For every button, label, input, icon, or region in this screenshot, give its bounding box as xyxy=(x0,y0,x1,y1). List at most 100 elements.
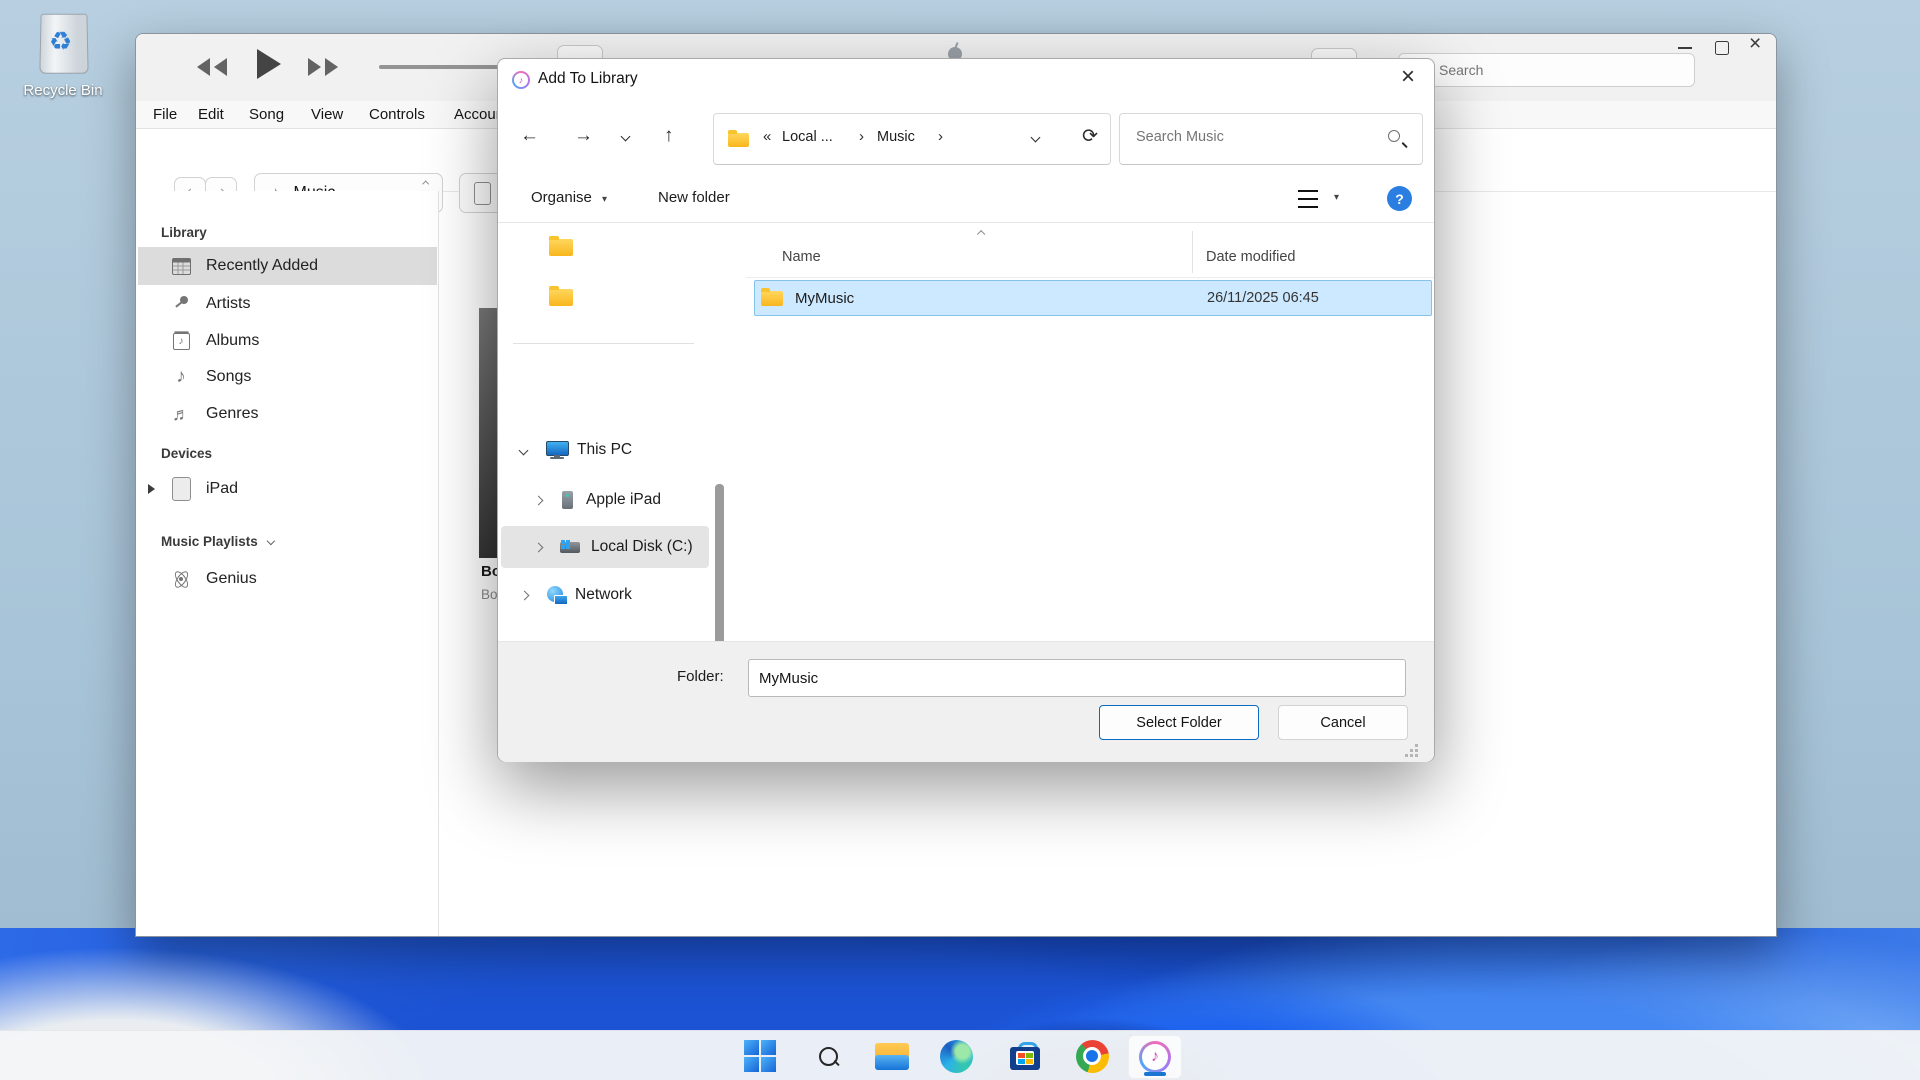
chrome-browser-button[interactable] xyxy=(1074,1038,1110,1074)
new-folder-button[interactable]: New folder xyxy=(658,189,730,206)
sort-ascending-icon[interactable] xyxy=(977,230,986,239)
maximize-button[interactable] xyxy=(1715,41,1729,55)
start-button[interactable] xyxy=(742,1038,778,1074)
breadcrumb-separator: › xyxy=(938,128,943,145)
breadcrumb-overflow[interactable]: « xyxy=(763,128,771,145)
sidebar-item-artists[interactable]: Artists xyxy=(138,285,437,323)
sidebar-item-label: Genres xyxy=(206,405,258,423)
folder-icon[interactable] xyxy=(549,289,573,306)
dialog-close-icon[interactable]: × xyxy=(1401,63,1415,91)
organise-menu[interactable]: Organise ▾ xyxy=(531,189,607,206)
dialog-title: Add To Library xyxy=(538,70,638,88)
select-folder-button[interactable]: Select Folder xyxy=(1099,705,1259,740)
fast-forward-button[interactable] xyxy=(308,58,338,81)
folder-tree-pane: This PC Apple iPad Local Disk (C:) xyxy=(498,223,728,641)
minimize-button[interactable] xyxy=(1678,47,1692,49)
folder-icon[interactable] xyxy=(549,239,573,256)
refresh-icon[interactable]: ⟳ xyxy=(1082,125,1098,148)
column-header-name[interactable]: Name xyxy=(782,249,821,265)
breadcrumb-separator: › xyxy=(859,128,864,145)
menu-file[interactable]: File xyxy=(153,106,177,123)
view-caret-icon[interactable]: ▾ xyxy=(1334,192,1339,203)
sidebar-item-songs[interactable]: ♪ Songs xyxy=(138,358,437,396)
network-icon xyxy=(547,586,567,604)
play-button[interactable] xyxy=(257,49,281,84)
file-row-mymusic[interactable]: MyMusic 26/11/2025 06:45 xyxy=(754,280,1432,316)
nav-back-icon[interactable]: ← xyxy=(520,125,539,147)
recycle-bin-shortcut[interactable]: ♻ Recycle Bin xyxy=(18,10,108,106)
sidebar-playlists-header[interactable]: Music Playlists xyxy=(161,534,273,549)
sidebar-item-genius[interactable]: Genius xyxy=(138,560,437,598)
column-header-date-modified[interactable]: Date modified xyxy=(1206,249,1295,265)
sidebar-item-label: Recently Added xyxy=(206,257,318,275)
folder-icon xyxy=(761,291,783,306)
recycle-bin-icon: ♻ xyxy=(39,14,88,74)
this-pc-icon xyxy=(546,441,568,459)
sidebar-item-label: iPad xyxy=(206,480,238,498)
tree-separator xyxy=(513,343,694,344)
rewind-button[interactable] xyxy=(197,58,227,81)
recycle-arrows-icon: ♻ xyxy=(49,26,73,57)
dialog-footer: Folder: Select Folder Cancel xyxy=(498,641,1434,762)
breadcrumb-item[interactable]: Music xyxy=(877,129,915,145)
song-note-icon: ♪ xyxy=(166,366,196,388)
sidebar-item-genres[interactable]: ♬ Genres xyxy=(138,395,437,433)
ipad-tree-icon xyxy=(562,491,574,510)
tree-item-apple-ipad[interactable]: Apple iPad xyxy=(498,481,714,519)
folder-name-input[interactable] xyxy=(748,659,1406,697)
view-options-icon[interactable] xyxy=(1298,190,1318,208)
menu-edit[interactable]: Edit xyxy=(198,106,224,123)
menu-song[interactable]: Song xyxy=(249,106,284,123)
column-divider[interactable] xyxy=(1192,231,1193,273)
itunes-taskbar-button[interactable]: ♪ xyxy=(1128,1035,1182,1079)
tree-item-label: This PC xyxy=(577,441,632,459)
chevron-right-icon[interactable] xyxy=(534,542,544,552)
address-bar[interactable]: « Local ... › Music › ⟳ xyxy=(713,113,1111,165)
cancel-button[interactable]: Cancel xyxy=(1278,705,1408,740)
sidebar-item-label: Artists xyxy=(206,295,250,313)
microsoft-store-button[interactable] xyxy=(1007,1038,1043,1074)
breadcrumb-item[interactable]: Local ... xyxy=(782,129,833,145)
menu-controls[interactable]: Controls xyxy=(369,106,425,123)
nav-recent-chevron-icon[interactable] xyxy=(621,132,631,142)
close-button[interactable]: × xyxy=(1749,32,1761,56)
file-explorer-button[interactable] xyxy=(874,1038,910,1074)
tree-item-network[interactable]: Network xyxy=(498,576,714,614)
chevron-right-icon[interactable] xyxy=(520,590,530,600)
itunes-search-input[interactable] xyxy=(1398,53,1695,87)
microphone-icon xyxy=(166,296,196,312)
chevron-down-icon[interactable] xyxy=(519,445,529,455)
edge-browser-button[interactable] xyxy=(938,1038,974,1074)
sidebar-item-recently-added[interactable]: Recently Added xyxy=(138,247,437,285)
resize-grip[interactable] xyxy=(1415,744,1418,747)
chevron-down-icon xyxy=(266,537,274,545)
volume-slider[interactable] xyxy=(379,65,503,69)
disclosure-triangle-icon[interactable] xyxy=(148,484,155,494)
taskbar: ♪ xyxy=(0,1030,1920,1080)
add-to-library-dialog: ♪ Add To Library × ← → ↑ « Local ... › M… xyxy=(497,58,1435,762)
tree-item-this-pc[interactable]: This PC xyxy=(498,431,714,469)
search-icon xyxy=(819,1047,838,1066)
search-icon xyxy=(1388,130,1400,142)
address-dropdown-icon[interactable] xyxy=(1031,133,1041,143)
dropdown-caret-icon: ▾ xyxy=(602,194,607,205)
desktop: ♻ Recycle Bin × xyxy=(0,0,1920,1080)
nav-up-icon[interactable]: ↑ xyxy=(664,125,674,147)
chevron-right-icon[interactable] xyxy=(534,495,544,505)
grid-icon xyxy=(166,258,196,275)
sidebar-item-label: Genius xyxy=(206,570,257,588)
menu-view[interactable]: View xyxy=(311,106,343,123)
help-button[interactable]: ? xyxy=(1387,186,1412,211)
dialog-search-input[interactable] xyxy=(1134,128,1368,146)
sidebar-item-albums[interactable]: ♪ Albums xyxy=(138,322,437,360)
genius-atom-icon xyxy=(166,569,196,589)
local-disk-icon xyxy=(560,540,581,554)
itunes-dialog-icon: ♪ xyxy=(512,71,530,89)
folder-icon xyxy=(728,133,749,147)
taskbar-search-button[interactable] xyxy=(810,1038,846,1074)
sidebar-item-ipad[interactable]: iPad xyxy=(138,470,437,508)
recycle-bin-label: Recycle Bin xyxy=(18,82,108,99)
nav-forward-icon[interactable]: → xyxy=(574,125,593,147)
tree-item-local-disk-c[interactable]: Local Disk (C:) xyxy=(501,526,709,568)
dialog-search-box[interactable] xyxy=(1119,113,1423,165)
